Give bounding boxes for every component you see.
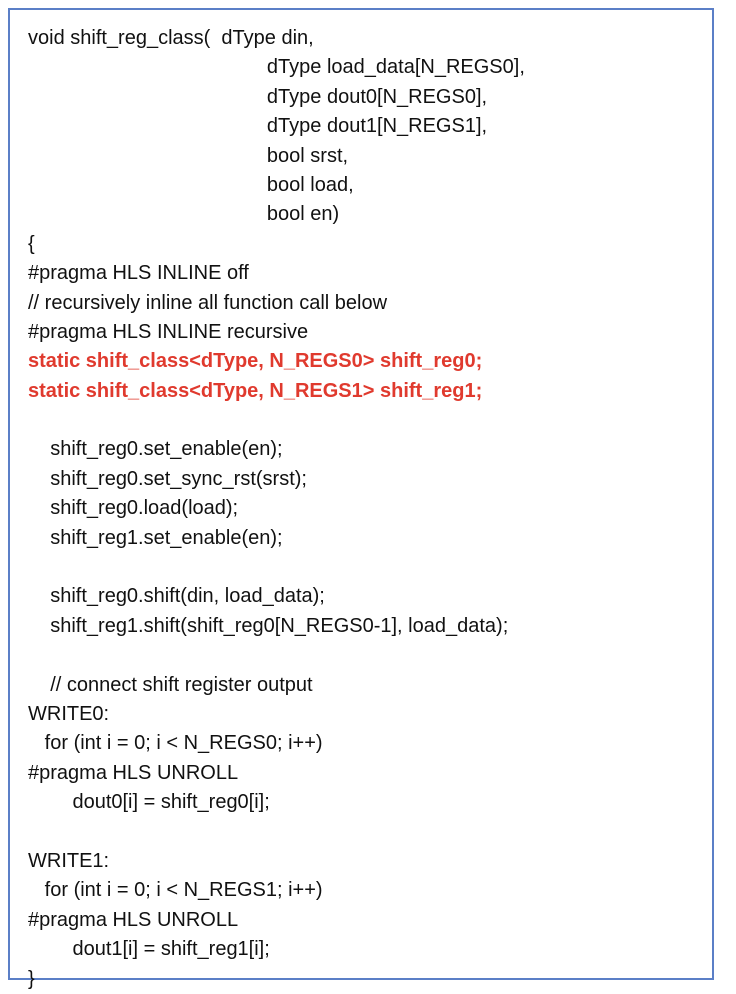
code-line: shift_reg0.set_enable(en); bbox=[28, 438, 283, 461]
code-line: dout0[i] = shift_reg0[i]; bbox=[28, 791, 270, 814]
code-line: shift_reg1.shift(shift_reg0[N_REGS0-1], … bbox=[28, 614, 509, 637]
code-line: for (int i = 0; i < N_REGS1; i++) bbox=[28, 879, 323, 902]
code-line: #pragma HLS UNROLL bbox=[28, 761, 239, 784]
code-line: dout1[i] = shift_reg1[i]; bbox=[28, 938, 270, 961]
code-listing: void shift_reg_class( dType din, dType l… bbox=[28, 24, 706, 994]
code-line: for (int i = 0; i < N_REGS0; i++) bbox=[28, 732, 323, 755]
code-line: #pragma HLS INLINE off bbox=[28, 262, 249, 285]
code-line: bool load, bbox=[28, 173, 354, 196]
code-line: bool srst, bbox=[28, 144, 349, 167]
code-line: shift_reg0.set_sync_rst(srst); bbox=[28, 467, 307, 490]
code-line: #pragma HLS INLINE recursive bbox=[28, 320, 309, 343]
highlighted-code-line: static shift_class<dType, N_REGS0> shift… bbox=[28, 350, 483, 373]
code-line: { bbox=[28, 232, 35, 255]
code-line: shift_reg1.set_enable(en); bbox=[28, 526, 283, 549]
code-line: shift_reg0.shift(din, load_data); bbox=[28, 585, 325, 608]
code-line: bool en) bbox=[28, 203, 340, 226]
code-line: dType dout0[N_REGS0], bbox=[28, 85, 488, 108]
code-line: dType load_data[N_REGS0], bbox=[28, 56, 525, 79]
code-line: void shift_reg_class( dType din, bbox=[28, 27, 314, 49]
code-line: // connect shift register output bbox=[28, 673, 313, 696]
code-box: void shift_reg_class( dType din, dType l… bbox=[8, 8, 714, 990]
code-line: // recursively inline all function call … bbox=[28, 291, 388, 314]
highlighted-code-line: static shift_class<dType, N_REGS1> shift… bbox=[28, 379, 483, 402]
code-line: WRITE0: bbox=[28, 702, 110, 725]
code-line: dType dout1[N_REGS1], bbox=[28, 115, 488, 138]
code-line: } bbox=[28, 967, 35, 990]
code-line: #pragma HLS UNROLL bbox=[28, 908, 239, 931]
code-line: shift_reg0.load(load); bbox=[28, 497, 239, 520]
code-line: WRITE1: bbox=[28, 849, 110, 872]
